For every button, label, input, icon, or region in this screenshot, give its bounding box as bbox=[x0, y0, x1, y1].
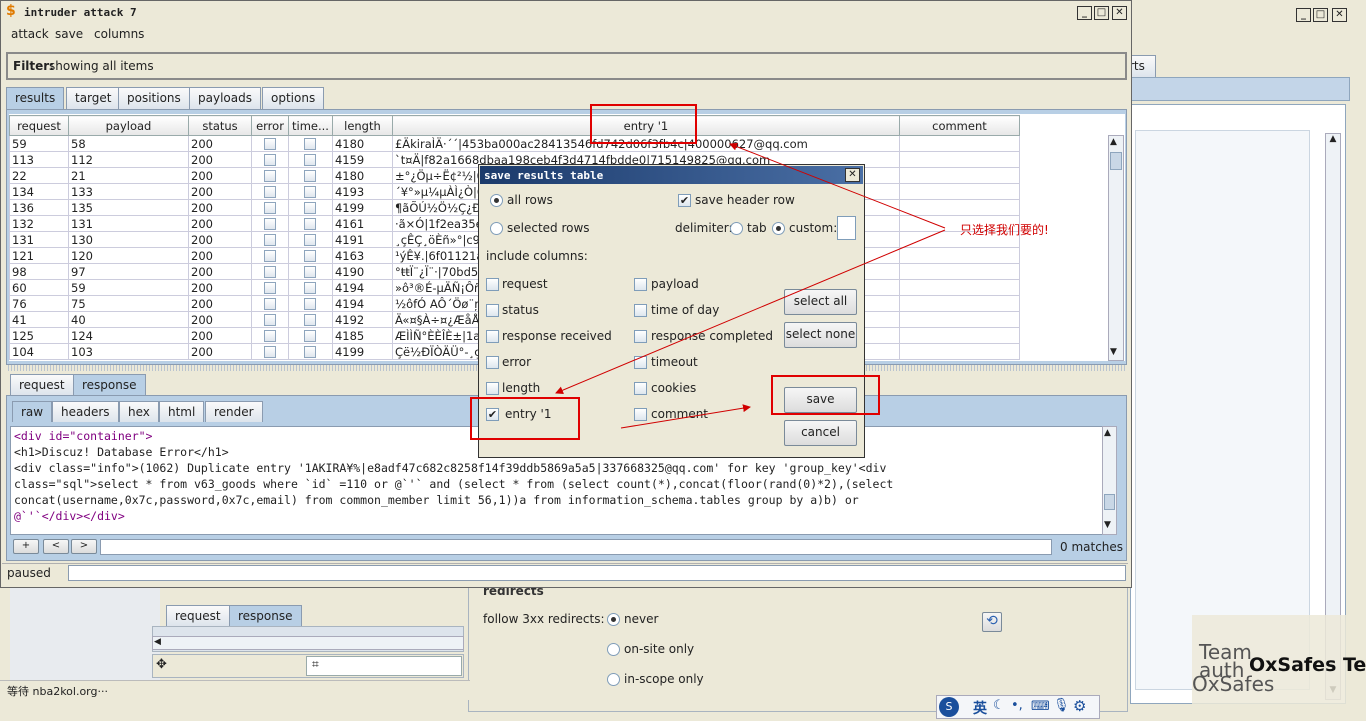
watermark: Team auth OxSafes OxSafes Team bbox=[1192, 615, 1366, 710]
ime-lang[interactable]: 英 bbox=[973, 698, 987, 718]
annotation-arrows bbox=[555, 142, 946, 429]
ime-logo-icon[interactable]: S bbox=[939, 697, 959, 717]
arrow-to-header bbox=[729, 142, 946, 229]
gear-icon[interactable]: ⚙ bbox=[1073, 697, 1086, 715]
arrow-to-save bbox=[620, 404, 751, 429]
punct-icon[interactable]: •, bbox=[1011, 698, 1023, 713]
moon-icon[interactable]: ☾ bbox=[993, 698, 1005, 713]
watermark-brand: OxSafes Team bbox=[1249, 654, 1366, 676]
mic-icon[interactable]: 🎙 bbox=[1053, 698, 1070, 713]
keyboard-icon[interactable]: ⌨ bbox=[1031, 699, 1050, 714]
arrow-to-checkbox bbox=[555, 229, 946, 394]
ime-toolbar: S 英 ☾ •, ⌨ 🎙 ⚙ bbox=[936, 695, 1100, 719]
